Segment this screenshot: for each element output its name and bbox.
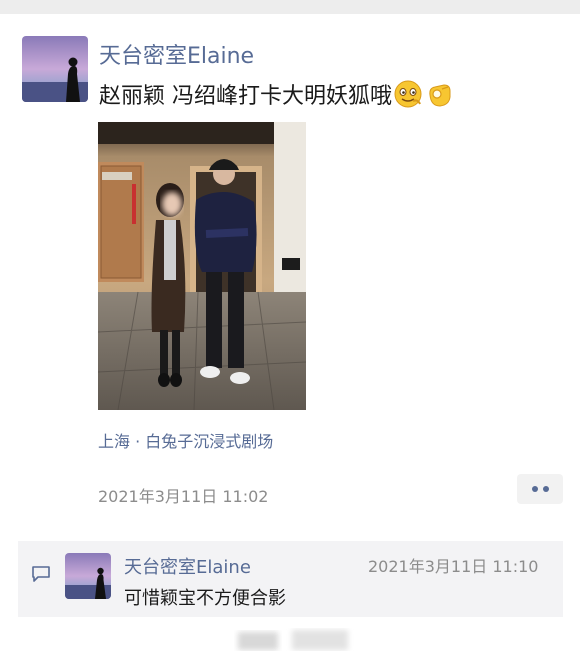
ok-hand-emoji-icon [424, 79, 454, 109]
post-author-name[interactable]: 天台密室Elaine [99, 38, 254, 70]
more-dot-icon [531, 486, 538, 492]
avatar-image [65, 553, 111, 599]
post-photo[interactable] [98, 122, 306, 410]
smiling-face-emoji-icon [393, 79, 423, 109]
more-options-button[interactable] [517, 474, 563, 504]
more-dot-icon [542, 486, 549, 492]
bottom-blurred-area [234, 626, 354, 651]
post-location[interactable]: 上海 · 白兔子沉浸式剧场 [98, 428, 273, 452]
comment-timestamp: 2021年3月11日 11:10 [368, 557, 539, 576]
top-bar [0, 0, 580, 14]
post-text: 赵丽颖 冯绍峰打卡大明妖狐哦 [99, 78, 454, 110]
comment-author-avatar[interactable] [65, 553, 111, 599]
comment-text: 可惜颖宝不方便合影 [124, 588, 286, 609]
post-timestamp: 2021年3月11日 11:02 [98, 487, 269, 506]
post-photo-image [98, 122, 306, 410]
comment-author-name[interactable]: 天台密室Elaine [124, 553, 251, 579]
comment-bubble-icon [31, 565, 51, 583]
avatar-image [22, 36, 88, 102]
post-author-avatar[interactable] [22, 36, 88, 102]
post-text-content: 赵丽颖 冯绍峰打卡大明妖狐哦 [99, 84, 392, 109]
